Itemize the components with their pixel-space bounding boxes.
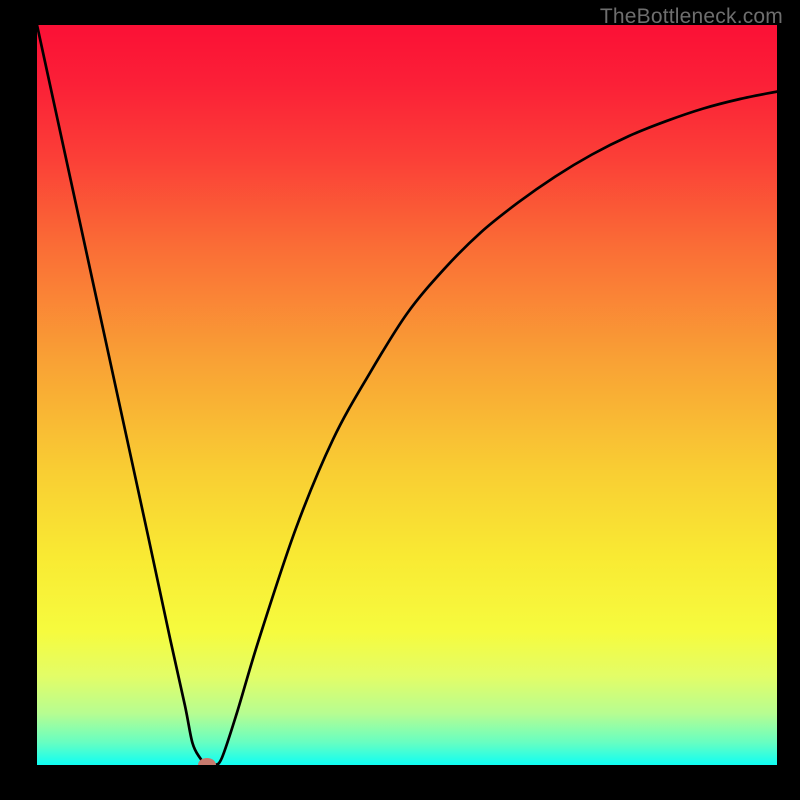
plot-area [37, 25, 777, 765]
chart-root: TheBottleneck.com [0, 0, 800, 800]
gradient-background [37, 25, 777, 765]
optimal-point-marker [198, 758, 216, 765]
